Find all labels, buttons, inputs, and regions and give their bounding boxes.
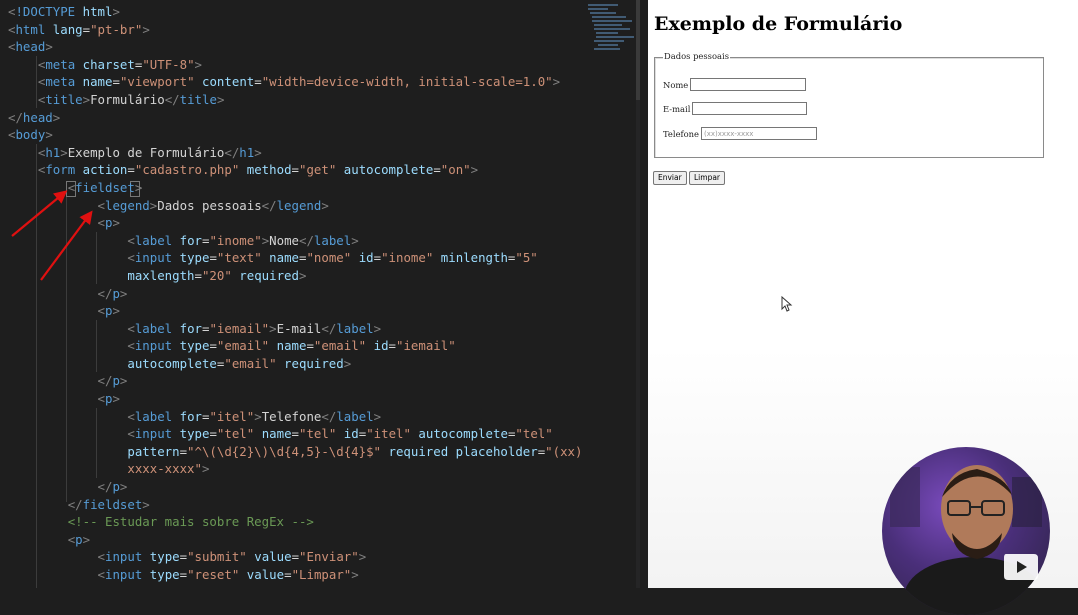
tel-row: Telefone: [663, 127, 818, 140]
presenter-webcam: [882, 447, 1050, 615]
annotation-arrows: [11, 190, 93, 281]
mouse-cursor-icon: [781, 296, 793, 312]
red-arrow-2: [40, 210, 93, 281]
fieldset: Dados pessoais Nome E-mail Telefone: [654, 51, 1044, 158]
fieldset-legend: Dados pessoais: [663, 51, 730, 61]
page-title: Exemplo de Formulário: [654, 13, 903, 35]
nome-row: Nome: [663, 78, 807, 91]
tel-label: Telefone: [663, 128, 700, 139]
nome-label: Nome: [663, 79, 689, 90]
email-row: E-mail: [663, 102, 808, 115]
code-editor[interactable]: <!DOCTYPE html> <html lang="pt-br"> <head>…: [0, 0, 640, 588]
play-icon[interactable]: [1002, 552, 1040, 582]
email-input[interactable]: [692, 102, 808, 115]
email-label: E-mail: [663, 103, 691, 114]
presenter-silhouette: [890, 465, 1044, 615]
tel-input[interactable]: [701, 127, 818, 140]
submit-button[interactable]: Enviar: [653, 171, 687, 185]
reset-button[interactable]: Limpar: [689, 171, 726, 185]
nome-input[interactable]: [690, 78, 807, 91]
red-arrow-1: [11, 190, 68, 237]
